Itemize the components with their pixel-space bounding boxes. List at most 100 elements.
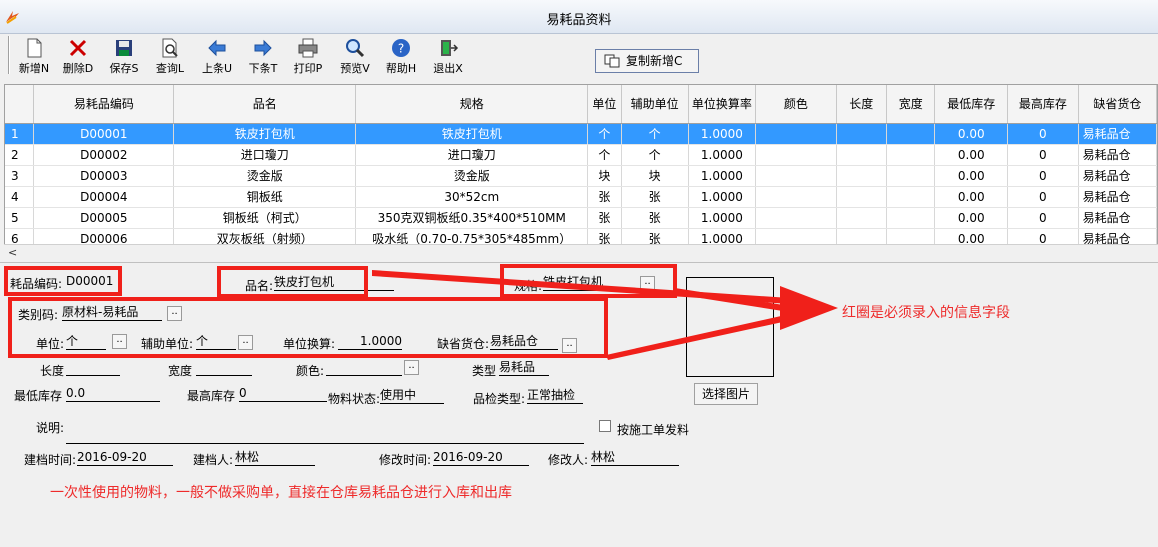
width-field[interactable] — [196, 360, 252, 376]
save-icon — [116, 40, 132, 56]
created-time-field[interactable]: 2016-09-20 — [77, 450, 173, 466]
table-cell: 30*52cm — [355, 186, 589, 208]
required-highlight-name — [217, 266, 368, 298]
table-cell: 个 — [621, 123, 689, 145]
prev-icon — [208, 39, 226, 57]
table-row[interactable]: 5 D00005 铜板纸（柯式） 350克双铜板纸0.35*400*510MM 张张 1.… — [5, 207, 1157, 229]
qc-type-field[interactable]: 正常抽检 — [527, 388, 583, 404]
table-row[interactable]: 3 D00003 烫金版 烫金版块块 1.0000 0.00 0 易耗品仓 — [5, 165, 1157, 187]
column-header[interactable]: 单位换算率 — [688, 85, 757, 124]
required-highlight-spec — [500, 264, 677, 298]
material-status-label: 物料状态: — [328, 392, 381, 406]
table-row[interactable]: 1 D00001 铁皮打包机 铁皮打包机个个 1.0000 0.00 0 易耗品仓 — [5, 123, 1157, 145]
min-stock-field[interactable]: 0.0 — [66, 386, 160, 402]
table-cell: 易耗品仓 — [1078, 186, 1157, 208]
print-button-label: 打印P — [293, 62, 323, 75]
column-header[interactable]: 辅助单位 — [621, 85, 689, 124]
column-header[interactable]: 品名 — [173, 85, 357, 124]
copy-icon — [604, 54, 620, 68]
column-header[interactable]: 最高库存 — [1007, 85, 1079, 124]
preview-button[interactable]: 预览V — [333, 37, 377, 75]
table-cell — [836, 123, 887, 145]
table-cell: 进口瓊刀 — [173, 144, 357, 166]
column-header[interactable]: 宽度 — [886, 85, 936, 124]
table-cell: 易耗品仓 — [1078, 144, 1157, 166]
table-cell: 0 — [1007, 144, 1079, 166]
table-cell: 个 — [621, 144, 689, 166]
help-button[interactable]: ? 帮助H — [379, 37, 423, 75]
table-cell — [886, 123, 936, 145]
table-cell: 张 — [621, 186, 689, 208]
material-status-field[interactable]: 使用中 — [380, 388, 444, 404]
issue-by-order-checkbox[interactable] — [599, 420, 611, 432]
window-title: 易耗品资料 — [546, 13, 612, 28]
column-header[interactable]: 最低库存 — [934, 85, 1008, 124]
color-lookup-button[interactable]: .. — [404, 360, 419, 375]
table-cell: 0.00 — [934, 123, 1008, 145]
scroll-left-icon[interactable]: < — [8, 246, 17, 259]
table-cell: D00005 — [33, 207, 175, 229]
exit-icon — [441, 40, 459, 56]
column-header[interactable]: 缺省货仓 — [1078, 85, 1157, 124]
table-cell: 个 — [587, 123, 622, 145]
table-cell — [886, 144, 936, 166]
query-button[interactable]: 查询L — [148, 37, 192, 75]
toolbar-grip — [8, 36, 10, 74]
creator-field[interactable]: 林松 — [235, 450, 315, 466]
save-button[interactable]: 保存S — [102, 37, 146, 75]
usage-note: 一次性使用的物料，一般不做采购单，直接在仓库易耗品仓进行入库和出库 — [50, 485, 512, 501]
next-record-button[interactable]: 下条T — [241, 37, 285, 75]
creator-label: 建档人: — [193, 453, 234, 467]
table-cell — [755, 207, 837, 229]
table-cell: D00004 — [33, 186, 175, 208]
help-icon: ? — [392, 39, 410, 57]
table-cell: 烫金版 — [355, 165, 589, 187]
table-cell: 块 — [621, 165, 689, 187]
horizontal-scrollbar[interactable]: < — [4, 244, 1158, 260]
min-stock-label: 最低库存 — [14, 389, 63, 403]
color-field[interactable] — [326, 360, 402, 376]
table-cell: 5 — [5, 207, 35, 229]
table-cell: 1.0000 — [688, 123, 757, 145]
new-button-label: 新增N — [18, 62, 50, 75]
type-field[interactable]: 易耗品 — [499, 360, 549, 376]
column-header[interactable]: 长度 — [836, 85, 887, 124]
table-cell: 1.0000 — [688, 186, 757, 208]
column-header[interactable]: 易耗品编码 — [33, 85, 175, 124]
table-cell: 2 — [5, 144, 35, 166]
print-button[interactable]: 打印P — [286, 37, 330, 75]
required-highlight-group — [8, 297, 608, 358]
select-image-button[interactable]: 选择图片 — [694, 383, 758, 405]
color-label: 颜色: — [296, 364, 325, 378]
column-header[interactable]: 规格 — [355, 85, 589, 124]
table-cell: 烫金版 — [173, 165, 357, 187]
item-table: 易耗品编码 品名 规格 单位 辅助单位 单位换算率 颜色 长度 宽度 最低库存 最高库存 缺省货仓 1… — [5, 85, 1157, 250]
column-header[interactable]: 单位 — [587, 85, 622, 124]
table-cell: 0 — [1007, 186, 1079, 208]
table-row[interactable]: 2 D00002 进口瓊刀 进口瓊刀个个 1.0000 0.00 0 易耗品仓 — [5, 144, 1157, 166]
table-cell — [836, 165, 887, 187]
table-cell: 易耗品仓 — [1078, 123, 1157, 145]
width-label: 宽度 — [168, 364, 193, 378]
prev-record-button[interactable]: 上条U — [195, 37, 239, 75]
table-body: 1 D00001 铁皮打包机 铁皮打包机个个 1.0000 0.00 0 易耗品仓 2 D0000… — [5, 123, 1157, 250]
table-cell — [755, 144, 837, 166]
table-row[interactable]: 4 D00004 铜板纸 30*52cm 张张 1.0000 0.00 0 易耗品仓 — [5, 186, 1157, 208]
modified-time-field[interactable]: 2016-09-20 — [433, 450, 529, 466]
item-grid[interactable]: 易耗品编码 品名 规格 单位 辅助单位 单位换算率 颜色 长度 宽度 最低库存 最高库存 缺省货仓 1… — [4, 84, 1158, 259]
copy-new-button[interactable]: 复制新增C — [595, 49, 699, 73]
column-header[interactable] — [5, 85, 35, 124]
delete-button[interactable]: 删除D — [56, 37, 100, 75]
table-cell: 铜板纸 — [173, 186, 357, 208]
max-stock-field[interactable]: 0 — [239, 386, 327, 402]
column-header[interactable]: 颜色 — [755, 85, 837, 124]
table-cell: 张 — [587, 186, 622, 208]
exit-button[interactable]: 退出X — [426, 37, 470, 75]
new-button[interactable]: 新增N — [12, 37, 56, 75]
table-cell — [755, 165, 837, 187]
note-field[interactable] — [66, 428, 584, 444]
preview-button-label: 预览V — [340, 62, 370, 75]
type-label: 类型 — [472, 364, 497, 378]
modifier-field[interactable]: 林松 — [591, 450, 679, 466]
length-field[interactable] — [66, 360, 120, 376]
